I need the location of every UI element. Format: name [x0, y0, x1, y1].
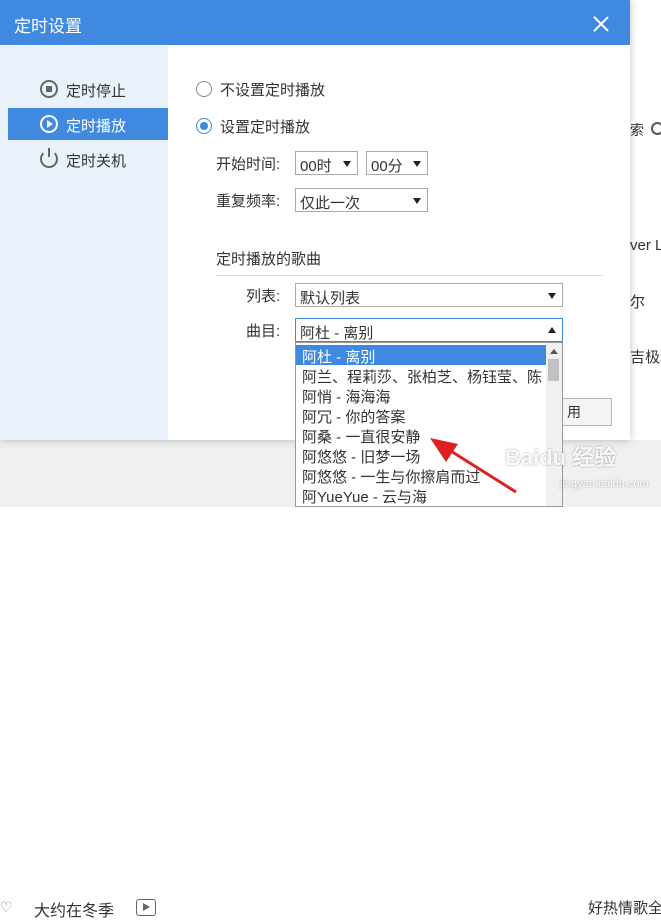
- background-row-1: ver L: [630, 237, 661, 254]
- minute-select[interactable]: 00分: [366, 151, 428, 175]
- list-label: 列表:: [246, 288, 281, 305]
- scroll-up-icon[interactable]: [550, 349, 558, 354]
- repeat-select[interactable]: 仅此一次: [295, 188, 428, 212]
- sidebar-item-timed-play[interactable]: 定时播放: [8, 108, 168, 140]
- track-option[interactable]: 阿冗 - 你的答案: [296, 405, 546, 425]
- chevron-down-icon: [413, 198, 421, 204]
- background-search-label: 索: [630, 122, 644, 138]
- sidebar-item-label: 定时关机: [66, 153, 127, 170]
- chevron-down-icon: [343, 161, 351, 167]
- dialog-titlebar: 定时设置: [0, 0, 630, 45]
- repeat-label: 重复频率:: [216, 193, 281, 210]
- start-time-label: 开始时间:: [216, 156, 281, 173]
- background-bottom-text: 好热情歌全: [588, 900, 661, 917]
- dialog-title: 定时设置: [14, 17, 82, 36]
- chevron-down-icon: [548, 293, 556, 299]
- track-label: 曲目:: [246, 323, 281, 340]
- hour-value: 00时: [300, 158, 332, 175]
- background-row-2: 尔: [630, 294, 646, 311]
- scroll-thumb[interactable]: [548, 359, 559, 381]
- hour-select[interactable]: 00时: [295, 151, 358, 175]
- track-option[interactable]: 阿杜 - 离别: [296, 345, 546, 365]
- sidebar-item-timed-stop[interactable]: 定时停止: [8, 73, 168, 105]
- search-icon[interactable]: [651, 122, 661, 135]
- radio-button-checked[interactable]: [196, 118, 212, 134]
- baidu-watermark-url: jingyan.baidu.com: [560, 478, 649, 490]
- track-value: 阿杜 - 离别: [300, 325, 374, 342]
- radio-label: 不设置定时播放: [220, 82, 326, 99]
- now-playing-title: 大约在冬季: [34, 903, 115, 920]
- sidebar-item-label: 定时播放: [66, 118, 127, 135]
- sidebar-item-label: 定时停止: [66, 83, 127, 100]
- mv-play-icon[interactable]: [136, 899, 156, 916]
- heart-icon[interactable]: ♡: [0, 899, 13, 916]
- sidebar-item-timed-shutdown[interactable]: 定时关机: [8, 143, 168, 175]
- track-option[interactable]: 阿兰、程莉莎、张柏芝、杨钰莹、陈: [296, 365, 546, 385]
- sidebar: 定时停止 定时播放 定时关机: [0, 45, 168, 440]
- close-icon[interactable]: [592, 15, 610, 33]
- chevron-down-icon: [413, 161, 421, 167]
- section-divider: [216, 275, 604, 276]
- repeat-value: 仅此一次: [300, 195, 361, 212]
- playlist-select[interactable]: 默认列表: [295, 283, 563, 307]
- radio-label: 设置定时播放: [220, 119, 311, 136]
- power-icon: [40, 148, 58, 168]
- background-right-strip: [630, 0, 661, 440]
- radio-button[interactable]: [196, 81, 212, 97]
- songs-section-title: 定时播放的歌曲: [216, 251, 322, 268]
- background-row-3: 吉极精: [630, 349, 661, 366]
- playlist-value: 默认列表: [300, 290, 361, 307]
- apply-button-label: 用: [567, 404, 581, 420]
- track-select[interactable]: 阿杜 - 离别: [295, 318, 563, 342]
- track-option[interactable]: 阿悄 - 海海海: [296, 385, 546, 405]
- stop-icon: [40, 80, 58, 98]
- chevron-up-icon: [548, 327, 556, 333]
- baidu-watermark: Baidu 经验: [505, 445, 617, 470]
- play-icon: [40, 115, 58, 133]
- minute-value: 00分: [371, 158, 403, 175]
